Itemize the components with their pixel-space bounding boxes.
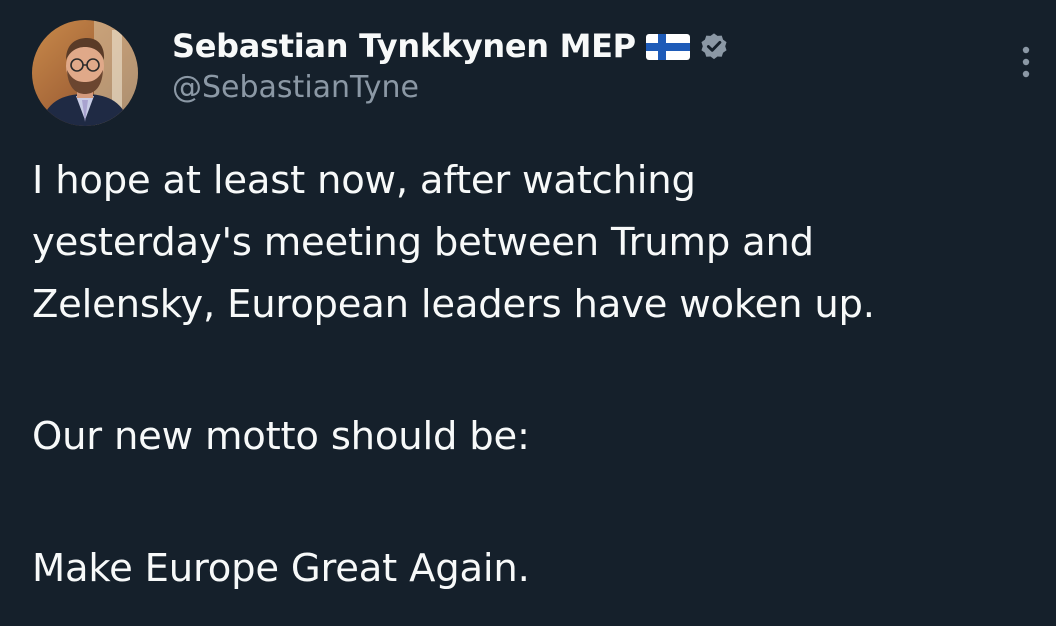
avatar-image (32, 20, 138, 126)
tweet-text-line: I hope at least now, after watching (32, 158, 696, 203)
tweet-text-line: Zelensky, European leaders have woken up… (32, 282, 875, 327)
author-display-name[interactable]: Sebastian Tynkkynen MEP (172, 27, 636, 65)
verified-badge-icon[interactable] (698, 30, 730, 62)
author-handle[interactable]: @SebastianTyne (172, 70, 730, 105)
tweet-text-line: Make Europe Great Again. (32, 546, 530, 591)
author-name-row: Sebastian Tynkkynen MEP (172, 24, 730, 68)
more-options-icon[interactable] (1012, 42, 1040, 86)
tweet-text-line: Our new motto should be: (32, 414, 530, 459)
finland-flag-icon (645, 32, 690, 60)
tweet-text-line: yesterday's meeting between Trump and (32, 220, 814, 265)
author-info: Sebastian Tynkkynen MEP @SebastianTyne (172, 24, 730, 114)
tweet-card: Sebastian Tynkkynen MEP @SebastianTyne I… (0, 0, 1056, 626)
tweet-text: I hope at least now, after watching yest… (32, 150, 1042, 600)
author-avatar[interactable] (32, 20, 138, 126)
